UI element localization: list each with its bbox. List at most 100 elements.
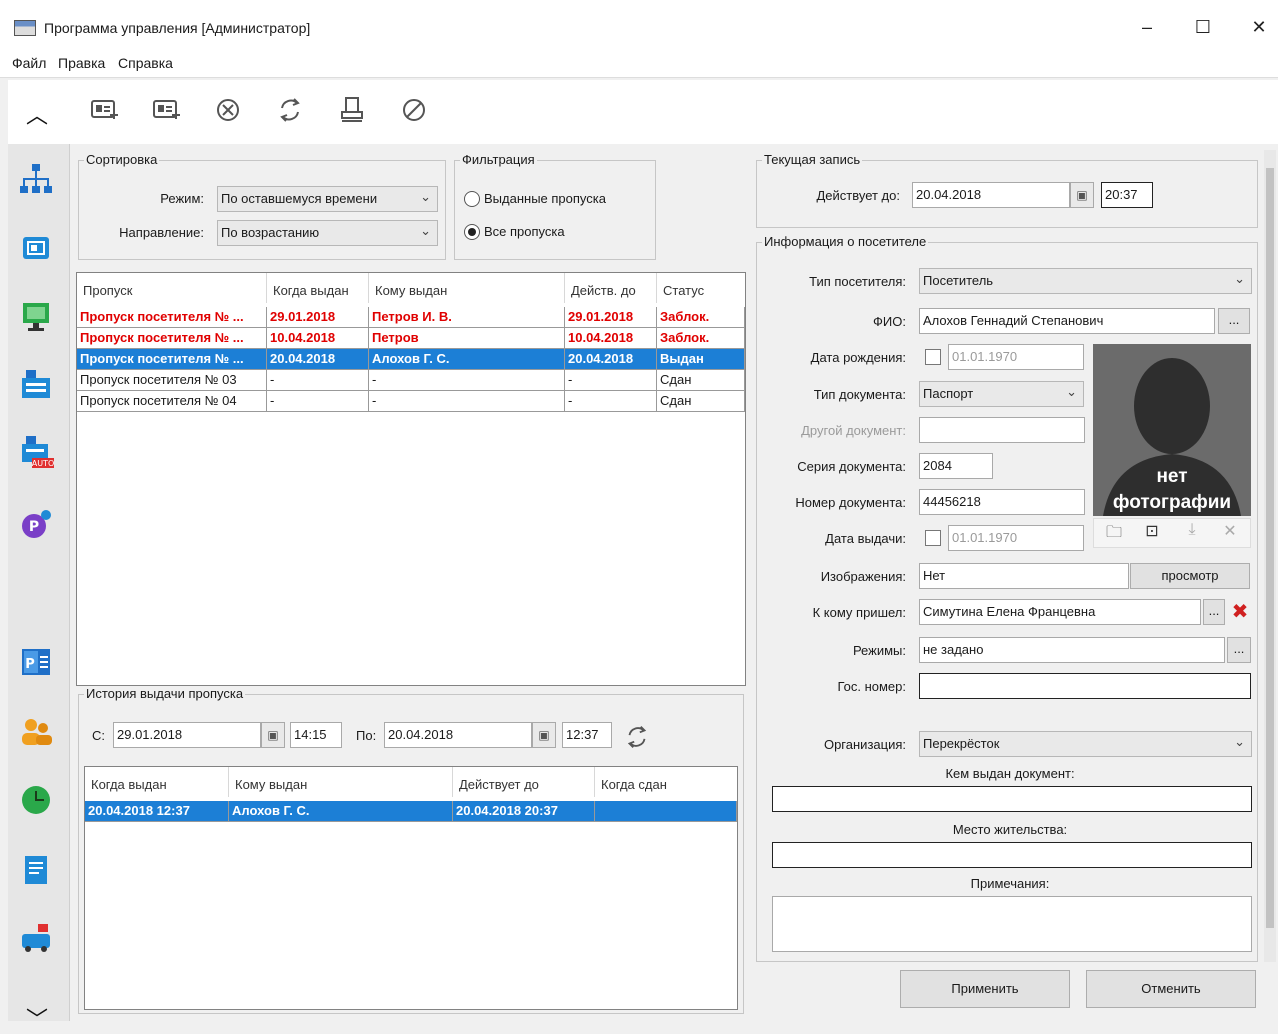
- filter-group: [454, 160, 656, 260]
- table-row-selected[interactable]: Пропуск посетителя № ... 20.04.2018 Алох…: [77, 349, 745, 370]
- history-from-time[interactable]: 14:15: [290, 722, 342, 748]
- notes-label: Примечания:: [970, 876, 1050, 891]
- card-icon[interactable]: [18, 230, 54, 266]
- whom-field[interactable]: Симутина Елена Францевна: [919, 599, 1201, 625]
- view-button[interactable]: просмотр: [1130, 563, 1250, 589]
- menu-file[interactable]: Файл: [12, 55, 46, 71]
- refresh-icon[interactable]: [272, 94, 308, 130]
- issue-pass-icon[interactable]: [86, 94, 122, 130]
- block-icon[interactable]: [396, 94, 432, 130]
- col-status[interactable]: Статус: [657, 273, 745, 303]
- add-pass-icon[interactable]: [148, 94, 184, 130]
- calendar-icon[interactable]: ▣: [261, 722, 285, 748]
- remove-circle-icon[interactable]: [210, 94, 246, 130]
- refresh-icon[interactable]: [622, 722, 652, 752]
- print-icon[interactable]: [334, 94, 370, 130]
- table-row[interactable]: Пропуск посетителя № 03 - - - Сдан: [77, 370, 745, 391]
- valid-until-date[interactable]: 20.04.2018: [912, 182, 1070, 208]
- folder-icon[interactable]: 🗀: [1102, 521, 1126, 545]
- clock-icon[interactable]: [18, 782, 54, 818]
- valid-until-time[interactable]: 20:37: [1101, 182, 1153, 208]
- sort-mode-value: По оставшемуся времени: [221, 191, 378, 206]
- table-row[interactable]: Пропуск посетителя № ... 10.04.2018 Петр…: [77, 328, 745, 349]
- chevron-down-icon: ⌄: [420, 189, 431, 204]
- close-button[interactable]: ✕: [1244, 12, 1274, 42]
- parking-icon[interactable]: P: [18, 506, 54, 542]
- birth-date-field[interactable]: 01.01.1970: [948, 344, 1084, 370]
- doctype-select[interactable]: Паспорт ⌄: [919, 381, 1084, 407]
- col-to-whom[interactable]: Кому выдан: [369, 273, 565, 303]
- apply-button[interactable]: Применить: [900, 970, 1070, 1008]
- calendar-icon[interactable]: ▣: [1070, 182, 1094, 208]
- otherdoc-field[interactable]: [919, 417, 1085, 443]
- number-field[interactable]: 44456218: [919, 489, 1085, 515]
- menu-help[interactable]: Справка: [118, 55, 173, 71]
- col-valid[interactable]: Действ. до: [565, 273, 657, 303]
- org-select[interactable]: Перекрёсток ⌄: [919, 731, 1252, 757]
- calendar-icon[interactable]: ▣: [532, 722, 556, 748]
- modes-field[interactable]: не задано: [919, 637, 1225, 663]
- col-valid-until[interactable]: Действует до: [453, 767, 595, 797]
- images-label: Изображения:: [820, 569, 906, 584]
- table-row[interactable]: Пропуск посетителя № ... 29.01.2018 Петр…: [77, 307, 745, 328]
- history-to-label: По:: [356, 728, 377, 743]
- chevron-down-icon: ⌄: [1066, 384, 1077, 399]
- issue-date-checkbox[interactable]: [925, 530, 941, 546]
- visitor-type-select[interactable]: Посетитель ⌄: [919, 268, 1252, 294]
- cell: 29.01.2018: [267, 307, 369, 328]
- clear-icon[interactable]: ✖: [1228, 600, 1252, 624]
- monitor-icon[interactable]: [18, 298, 54, 334]
- issue-date-field[interactable]: 01.01.1970: [948, 525, 1084, 551]
- table-row[interactable]: Пропуск посетителя № 04 - - - Сдан: [77, 391, 745, 412]
- minimize-button[interactable]: –: [1132, 12, 1162, 42]
- col-returned[interactable]: Когда сдан: [595, 767, 737, 797]
- series-field[interactable]: 2084: [919, 453, 993, 479]
- otherdoc-label: Другой документ:: [801, 423, 906, 438]
- residence-field[interactable]: [772, 842, 1252, 868]
- chevron-up-icon[interactable]: ︿: [22, 98, 52, 130]
- birth-checkbox[interactable]: [925, 349, 941, 365]
- menu-edit[interactable]: Правка: [58, 55, 105, 71]
- residence-label: Место жительства:: [952, 822, 1068, 837]
- scrollbar-thumb[interactable]: [1266, 168, 1274, 928]
- filter-all-radio[interactable]: [464, 224, 480, 240]
- issuedby-field[interactable]: [772, 786, 1252, 812]
- valid-until-label: Действует до:: [816, 188, 900, 203]
- table-row-selected[interactable]: 20.04.2018 12:37 Алохов Г. С. 20.04.2018…: [85, 801, 737, 822]
- whom-browse-button[interactable]: ...: [1203, 599, 1225, 625]
- modes-browse-button[interactable]: ...: [1227, 637, 1251, 663]
- issue-date-label: Дата выдачи:: [825, 531, 906, 546]
- camera-icon[interactable]: ⊡: [1140, 521, 1164, 545]
- cell: 10.04.2018: [565, 328, 657, 349]
- users-icon[interactable]: [18, 714, 54, 750]
- document-icon[interactable]: [18, 852, 54, 888]
- history-from-date[interactable]: 29.01.2018: [113, 722, 261, 748]
- download-icon[interactable]: ⤓: [1180, 521, 1204, 545]
- chevron-down-icon[interactable]: ﹀: [22, 1002, 52, 1034]
- auto-terminal-icon[interactable]: AUTO: [18, 434, 54, 470]
- history-to-date[interactable]: 20.04.2018: [384, 722, 532, 748]
- history-table: Когда выдан Кому выдан Действует до Когд…: [84, 766, 738, 1010]
- toolbar: [70, 80, 1278, 144]
- col-to-whom[interactable]: Кому выдан: [229, 767, 453, 797]
- terminal-icon[interactable]: [18, 366, 54, 402]
- cell: Петров И. В.: [369, 307, 565, 328]
- sort-mode-select[interactable]: По оставшемуся времени ⌄: [217, 186, 438, 212]
- report-icon[interactable]: P: [18, 644, 54, 680]
- col-issued-at[interactable]: Когда выдан: [85, 767, 229, 797]
- filter-issued-radio[interactable]: [464, 191, 480, 207]
- col-pass[interactable]: Пропуск: [77, 273, 267, 303]
- maximize-button[interactable]: ☐: [1188, 12, 1218, 42]
- cancel-button[interactable]: Отменить: [1086, 970, 1256, 1008]
- history-to-time[interactable]: 12:37: [562, 722, 612, 748]
- vehicle-icon[interactable]: [18, 920, 54, 956]
- fio-field[interactable]: Алохов Геннадий Степанович: [919, 308, 1215, 334]
- notes-field[interactable]: [772, 896, 1252, 952]
- fio-browse-button[interactable]: ...: [1218, 308, 1250, 334]
- structure-icon[interactable]: [18, 162, 54, 198]
- col-issued[interactable]: Когда выдан: [267, 273, 369, 303]
- delete-photo-icon[interactable]: ✕: [1218, 521, 1242, 545]
- sort-direction-select[interactable]: По возрастанию ⌄: [217, 220, 438, 246]
- svg-text:AUTO: AUTO: [32, 459, 54, 468]
- plate-field[interactable]: [919, 673, 1251, 699]
